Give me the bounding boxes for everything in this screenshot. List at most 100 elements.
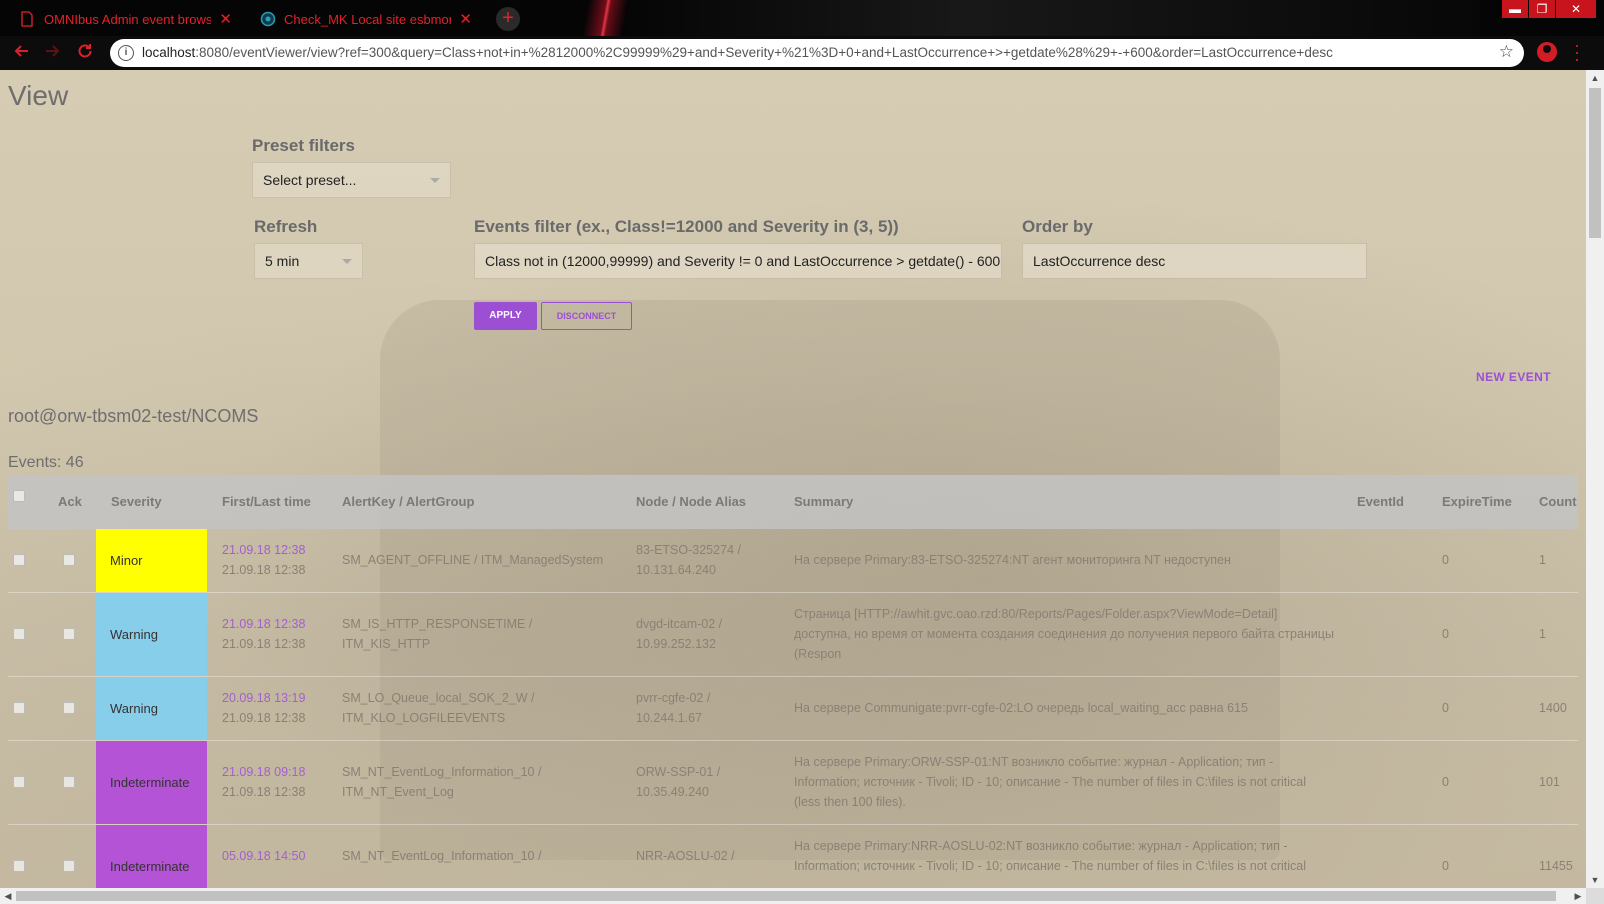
col-eventid[interactable]: EventId <box>1357 475 1404 529</box>
table-header: Ack Severity First/Last time AlertKey / … <box>8 475 1578 529</box>
col-node[interactable]: Node / Node Alias <box>636 475 746 529</box>
time-cell: 20.09.18 13:19 21.09.18 12:38 <box>222 691 306 725</box>
preset-select[interactable]: Select preset... <box>252 162 451 198</box>
row-checkbox[interactable] <box>13 554 25 566</box>
new-event-button[interactable]: NEW EVENT <box>1476 370 1551 384</box>
count-cell: 1400 <box>1539 701 1567 715</box>
refresh-select-value: 5 min <box>265 253 300 269</box>
close-window-button[interactable]: ✕ <box>1556 0 1596 18</box>
ack-checkbox[interactable] <box>63 776 75 788</box>
row-checkbox[interactable] <box>13 776 25 788</box>
forward-arrow-icon[interactable] <box>42 42 64 64</box>
star-icon[interactable]: ☆ <box>1499 42 1514 62</box>
table-row[interactable]: Indeterminate 21.09.18 09:18 21.09.18 12:… <box>8 741 1578 825</box>
tab-checkmk[interactable]: Check_MK Local site esbmon ✕ <box>250 4 482 34</box>
ack-checkbox[interactable] <box>63 860 75 872</box>
scroll-right-icon[interactable]: ▶ <box>1570 888 1586 904</box>
expire-cell: 0 <box>1442 859 1449 873</box>
count-cell: 101 <box>1539 775 1560 789</box>
preset-filters-label: Preset filters <box>252 136 355 155</box>
tab-title: Check_MK Local site esbmon <box>284 11 452 27</box>
col-ack[interactable]: Ack <box>58 475 82 529</box>
tab-close-icon[interactable]: ✕ <box>219 10 232 28</box>
browser-toolbar: i localhost:8080/eventViewer/view?ref=30… <box>0 36 1604 70</box>
ack-checkbox[interactable] <box>63 702 75 714</box>
profile-icon[interactable] <box>1537 42 1557 62</box>
time-cell: 21.09.18 12:38 21.09.18 12:38 <box>222 617 306 651</box>
order-by-input[interactable]: LastOccurrence desc <box>1022 243 1367 279</box>
col-expire[interactable]: ExpireTime <box>1442 475 1512 529</box>
count-cell: 1 <box>1539 553 1546 567</box>
col-count[interactable]: Count <box>1539 475 1577 529</box>
row-checkbox[interactable] <box>13 860 25 872</box>
severity-cell: Warning <box>96 593 207 676</box>
col-severity[interactable]: Severity <box>111 475 162 529</box>
vertical-scroll-thumb[interactable] <box>1589 88 1601 238</box>
tab-omnibus[interactable]: OMNIbus Admin event browse ✕ <box>10 4 242 34</box>
restore-button[interactable]: ❐ <box>1529 0 1555 18</box>
col-alert[interactable]: AlertKey / AlertGroup <box>342 475 474 529</box>
row-checkbox[interactable] <box>13 702 25 714</box>
scrollbar-corner <box>1586 888 1604 904</box>
scroll-up-icon[interactable]: ▲ <box>1586 70 1604 86</box>
alert-cell: SM_LO_Queue_local_SOK_2_W / ITM_KLO_LOGFI… <box>342 691 535 725</box>
kebab-menu-icon[interactable]: · · · <box>1574 36 1580 68</box>
disconnect-button[interactable]: DISCONNECT <box>541 302 632 330</box>
reload-icon[interactable] <box>74 42 96 64</box>
ack-checkbox[interactable] <box>63 554 75 566</box>
table-row[interactable]: Warning 20.09.18 13:19 21.09.18 12:38 SM_… <box>8 677 1578 741</box>
file-icon <box>20 11 34 27</box>
alert-cell: SM_AGENT_OFFLINE / ITM_ManagedSystem <box>342 553 604 567</box>
events-count: Events: 46 <box>8 454 84 471</box>
severity-cell: Minor <box>96 529 207 592</box>
severity-cell: Indeterminate <box>96 825 207 888</box>
col-time[interactable]: First/Last time <box>222 475 311 529</box>
horizontal-scrollbar[interactable]: ◀ ▶ <box>0 888 1586 904</box>
events-filter-label: Events filter (ex., Class!=12000 and Sev… <box>474 217 899 236</box>
summary-cell: На сервере Communigate:pvrr-cgfe-02:LO о… <box>794 701 1248 715</box>
page-title: View <box>8 80 69 111</box>
node-cell: pvrr-cgfe-02 /10.244.1.67 <box>636 691 711 725</box>
count-cell: 11455 <box>1539 859 1573 873</box>
tab-close-icon[interactable]: ✕ <box>459 10 472 28</box>
time-cell: 05.09.18 14:50 <box>222 849 306 863</box>
expire-cell: 0 <box>1442 701 1449 715</box>
order-by-label: Order by <box>1022 217 1093 236</box>
severity-cell: Indeterminate <box>96 741 207 824</box>
url-text: localhost:8080/eventViewer/view?ref=300&… <box>142 45 1333 60</box>
col-summary[interactable]: Summary <box>794 475 853 529</box>
alert-cell: SM_NT_EventLog_Information_10 /ITM_NT_Ev… <box>342 765 542 799</box>
new-tab-button[interactable]: + <box>496 7 520 31</box>
minimize-button[interactable]: ▬ <box>1502 0 1528 18</box>
events-filter-input[interactable]: Class not in (12000,99999) and Severity … <box>474 243 1002 279</box>
node-cell: NRR-AOSLU-02 / <box>636 849 735 863</box>
address-bar[interactable]: i localhost:8080/eventViewer/view?ref=30… <box>110 39 1524 67</box>
scroll-down-icon[interactable]: ▼ <box>1586 872 1604 888</box>
browser-tab-bar: OMNIbus Admin event browse ✕ Check_MK Lo… <box>0 0 1604 36</box>
expire-cell: 0 <box>1442 553 1449 567</box>
alert-cell: SM_NT_EventLog_Information_10 / <box>342 849 542 863</box>
chevron-down-icon <box>342 259 352 264</box>
select-all-checkbox[interactable] <box>13 490 25 502</box>
ack-checkbox[interactable] <box>63 628 75 640</box>
background-glow <box>620 0 1480 36</box>
back-arrow-icon[interactable] <box>10 42 32 64</box>
row-checkbox[interactable] <box>13 628 25 640</box>
table-row[interactable]: Warning 21.09.18 12:38 21.09.18 12:38 SM_… <box>8 593 1578 677</box>
apply-button[interactable]: APPLY <box>474 302 537 330</box>
table-row[interactable]: Minor 21.09.18 12:38 21.09.18 12:38 SM_AG… <box>8 529 1578 593</box>
refresh-label: Refresh <box>254 217 318 236</box>
checkmk-icon <box>260 11 276 27</box>
table-row[interactable]: Indeterminate 05.09.18 14:50 SM_NT_Event… <box>8 825 1578 888</box>
horizontal-scroll-thumb[interactable] <box>16 891 1556 901</box>
vertical-scrollbar[interactable]: ▲ ▼ <box>1586 70 1604 888</box>
scroll-left-icon[interactable]: ◀ <box>0 888 16 904</box>
chevron-down-icon <box>430 178 440 183</box>
info-icon[interactable]: i <box>118 45 134 61</box>
time-cell: 21.09.18 09:18 21.09.18 12:38 <box>222 765 306 799</box>
expire-cell: 0 <box>1442 775 1449 789</box>
refresh-select[interactable]: 5 min <box>254 243 363 279</box>
severity-cell: Warning <box>96 677 207 740</box>
preset-select-value: Select preset... <box>263 172 357 188</box>
summary-cell: На сервере Primary:83-ETSO-325274:NT аге… <box>794 553 1231 567</box>
